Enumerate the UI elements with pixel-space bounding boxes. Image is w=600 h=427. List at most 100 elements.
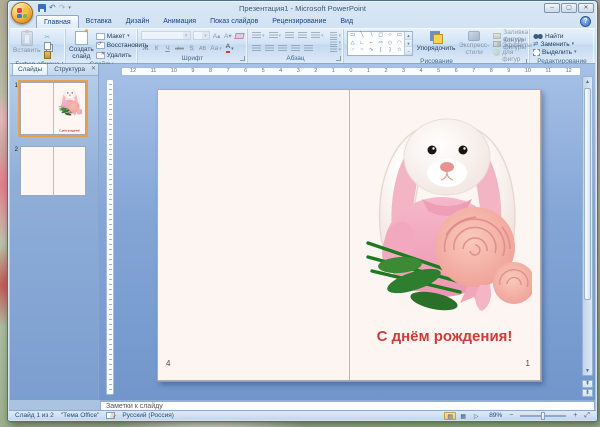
quick-styles-button[interactable]: Экспресс-стили — [459, 31, 489, 57]
slide-thumbnail-1[interactable]: 1 С днём рождения! — [12, 82, 86, 135]
shape-icon[interactable]: { — [380, 48, 382, 54]
font-size-select[interactable]: ▾ — [193, 31, 210, 40]
shape-icon[interactable]: ~ — [360, 48, 363, 54]
select-button[interactable]: Выделить▾ — [533, 48, 592, 56]
increase-indent-button[interactable] — [297, 31, 308, 40]
shape-icon[interactable]: ⇨ — [378, 41, 383, 47]
theme-name[interactable]: "Тема Office" — [61, 412, 100, 419]
spellcheck-icon[interactable] — [106, 412, 115, 419]
greeting-text[interactable]: С днём рождения! — [349, 328, 540, 345]
shape-icon[interactable]: ◠ — [397, 41, 402, 47]
character-spacing-button[interactable]: АВ — [198, 44, 207, 53]
decrease-indent-button[interactable] — [284, 31, 295, 40]
office-button[interactable] — [11, 2, 33, 24]
workspace: Слайды Структура ✕ 1 С днём рождения! 2 — [10, 64, 595, 400]
tab-insert[interactable]: Вставка — [79, 15, 119, 28]
tab-home[interactable]: Главная — [36, 15, 79, 28]
shape-effects-icon — [493, 49, 500, 56]
convert-smartart-button[interactable]: ▾ — [330, 46, 341, 53]
shape-icon[interactable]: ∿ — [369, 48, 374, 54]
paste-button[interactable]: Вставить — [13, 31, 41, 60]
maximize-button[interactable]: ▢ — [561, 3, 577, 13]
scroll-up-icon[interactable]: ▲ — [583, 77, 592, 86]
pane-close-icon[interactable]: ✕ — [91, 64, 96, 75]
shape-icon[interactable]: ☞ — [350, 48, 355, 54]
minimize-button[interactable]: – — [544, 3, 560, 13]
bullets-button[interactable]: ▾ — [251, 31, 266, 40]
italic-button[interactable]: К — [152, 44, 161, 53]
normal-view-button[interactable]: ▤ — [444, 412, 456, 420]
shape-icon[interactable]: ◻ — [378, 33, 383, 39]
cut-button[interactable]: ✂ — [43, 32, 52, 41]
text-direction-button[interactable]: ▾ — [330, 32, 341, 39]
grow-font-button[interactable]: А▴ — [212, 31, 221, 40]
tab-design[interactable]: Дизайн — [119, 15, 157, 28]
numbering-button[interactable]: ▾ — [268, 31, 283, 40]
copy-button[interactable] — [43, 41, 52, 50]
shape-icon[interactable]: ⌐ — [370, 41, 373, 47]
find-button[interactable]: Найти — [533, 32, 592, 40]
zoom-out-button[interactable]: − — [509, 412, 513, 419]
shape-icon[interactable]: ◇ — [388, 41, 392, 47]
shapes-gallery-scroll[interactable]: ▲▼⌄ — [404, 32, 412, 55]
underline-button[interactable]: Ч — [163, 44, 172, 53]
slide-sorter-button[interactable]: ▦ — [457, 412, 469, 420]
reset-icon — [96, 42, 105, 49]
next-slide-button[interactable]: ⇟ — [582, 389, 593, 397]
shape-icon[interactable]: ∖ — [370, 33, 374, 39]
clear-formatting-button[interactable] — [234, 31, 245, 40]
replace-button[interactable]: ⇄Заменить▾ — [533, 40, 592, 48]
shape-icon[interactable]: } — [389, 48, 391, 54]
font-color-button[interactable]: А▾ — [225, 44, 235, 53]
scrollbar-thumb[interactable] — [584, 88, 591, 300]
slideshow-button[interactable]: ▷ — [470, 412, 482, 420]
paragraph-dialog-launcher[interactable] — [336, 56, 341, 61]
shape-icon[interactable]: △ — [351, 41, 355, 47]
align-center-button[interactable] — [264, 44, 275, 53]
zoom-slider[interactable] — [520, 415, 566, 417]
text-shadow-button[interactable]: S — [187, 44, 196, 53]
title-bar[interactable]: ↶ ↷ ▾ Презентация1 - Microsoft PowerPoin… — [8, 1, 597, 15]
zoom-slider-thumb[interactable] — [541, 412, 545, 420]
align-text-button[interactable]: ▾ — [330, 39, 341, 46]
previous-slide-button[interactable]: ⇞ — [582, 380, 593, 388]
bold-button[interactable]: Ж — [141, 44, 150, 53]
scroll-down-icon[interactable]: ▼ — [583, 366, 592, 375]
fit-to-window-button[interactable]: ⤢ — [584, 412, 590, 419]
close-button[interactable]: ✕ — [578, 3, 594, 13]
line-spacing-button[interactable]: ▾ — [310, 31, 325, 40]
vertical-scrollbar[interactable]: ▲ ▼ — [582, 76, 593, 376]
slide-canvas[interactable]: С днём рождения! 4 1 — [157, 89, 541, 381]
tab-view[interactable]: Вид — [333, 15, 360, 28]
tab-slideshow[interactable]: Показ слайдов — [203, 15, 265, 28]
strikethrough-button[interactable]: abc — [174, 44, 185, 53]
zoom-level[interactable]: 89% — [489, 412, 502, 419]
tab-review[interactable]: Рецензирование — [265, 15, 333, 28]
arrange-button[interactable]: Упорядочить — [417, 31, 455, 57]
shape-icon[interactable]: ▭ — [397, 33, 402, 39]
new-slide-button[interactable]: Создать слайд — [69, 31, 94, 60]
align-left-button[interactable] — [251, 44, 262, 53]
shape-icon[interactable]: ╲ — [360, 33, 363, 39]
format-painter-button[interactable] — [43, 50, 52, 59]
tab-animation[interactable]: Анимация — [156, 15, 203, 28]
font-name-select[interactable]: ▾ — [141, 31, 191, 40]
zoom-in-button[interactable]: + — [573, 412, 577, 419]
font-dialog-launcher[interactable] — [240, 56, 245, 61]
shape-icon[interactable]: ▭ — [350, 33, 355, 39]
slide-thumbnail-2[interactable]: 2 — [12, 146, 86, 196]
help-button[interactable]: ? — [580, 16, 591, 27]
columns-button[interactable] — [303, 44, 314, 53]
vertical-ruler — [106, 79, 114, 395]
change-case-button[interactable]: Аа▾ — [209, 44, 223, 53]
align-right-button[interactable] — [277, 44, 288, 53]
shrink-font-button[interactable]: А▾ — [223, 31, 232, 40]
shape-icon[interactable]: ∟ — [359, 41, 364, 47]
justify-button[interactable] — [290, 44, 301, 53]
language-indicator[interactable]: Русский (Россия) — [122, 412, 174, 419]
shape-icon[interactable]: ○ — [388, 33, 391, 39]
pane-tab-slides[interactable]: Слайды — [12, 64, 48, 75]
bunny-image[interactable] — [362, 95, 532, 315]
shape-icon[interactable]: ☆ — [397, 48, 402, 54]
pane-tab-outline[interactable]: Структура — [49, 64, 90, 75]
